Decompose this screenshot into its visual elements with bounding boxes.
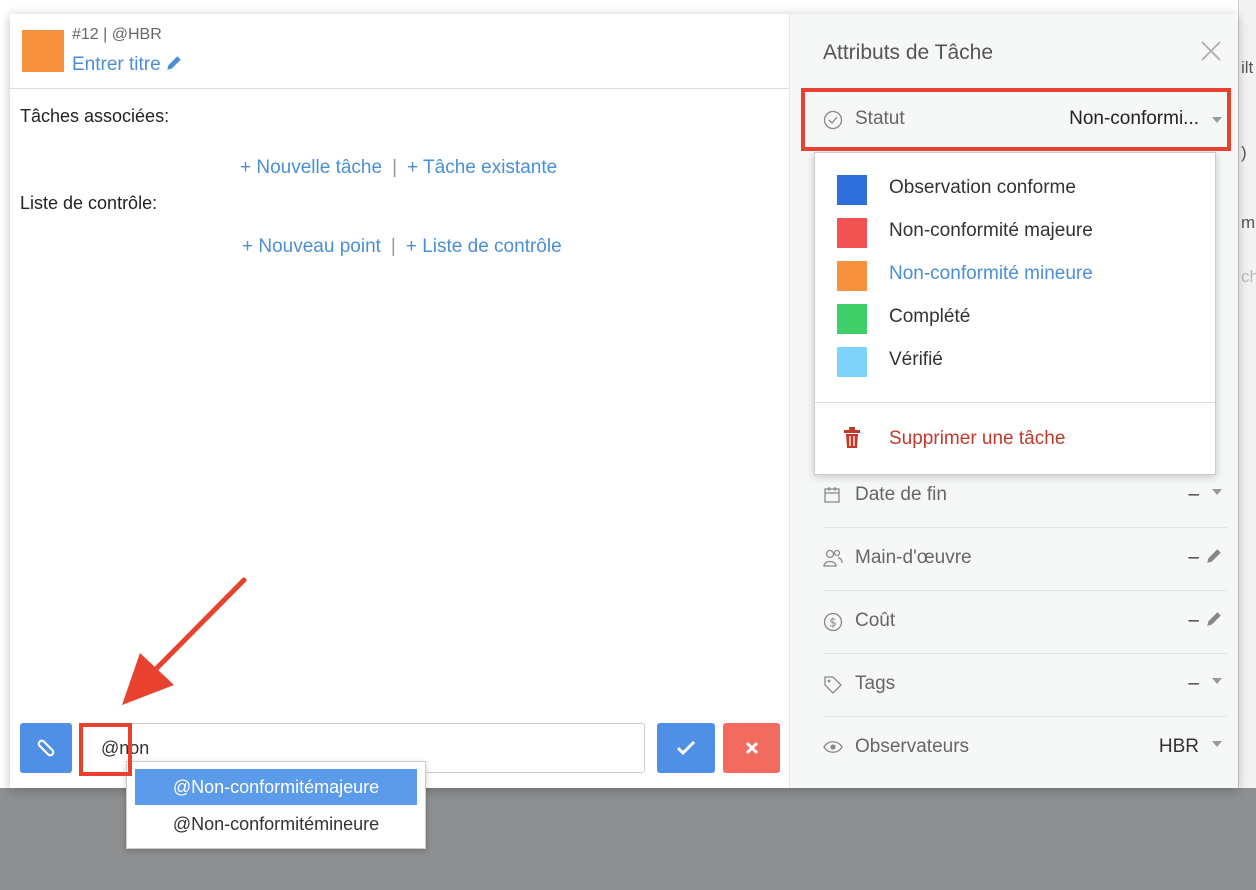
observers-field[interactable]: Observateurs HBR (823, 718, 1227, 780)
task-title-link[interactable]: Entrer titre (72, 54, 183, 76)
dropdown-divider (815, 402, 1215, 403)
input-highlight-box (79, 723, 132, 776)
pencil-icon[interactable] (1205, 547, 1223, 565)
calendar-icon (824, 487, 840, 503)
checklist-links: + Nouveau point | + Liste de contrôle (242, 236, 562, 258)
edge-text: ch (1241, 267, 1256, 286)
caret-down-icon (1212, 678, 1222, 684)
panel-title: Attributs de Tâche (823, 41, 994, 64)
cancel-comment-button[interactable] (723, 723, 780, 773)
cost-label: Coût (855, 610, 896, 631)
observers-label: Observateurs (855, 736, 970, 757)
status-option-label: Vérifié (889, 349, 943, 370)
status-option-non-conformite-majeure[interactable]: Non-conformité majeure (837, 214, 1197, 250)
status-option-verifie[interactable]: Vérifié (837, 343, 1197, 379)
due-date-field[interactable]: Date de fin – (823, 466, 1227, 528)
status-option-observation-conforme[interactable]: Observation conforme (837, 171, 1197, 207)
labor-label: Main-d'œuvre (855, 547, 972, 568)
new-task-link[interactable]: + Nouvelle tâche (240, 157, 382, 178)
cost-value: – (1188, 610, 1199, 631)
checklist-link[interactable]: + Liste de contrôle (406, 236, 562, 257)
status-color-swatch (837, 347, 867, 377)
caret-down-icon (1212, 489, 1222, 495)
labor-field[interactable]: Main-d'œuvre – (823, 529, 1227, 591)
dollar-circle-icon: $ (823, 612, 843, 632)
tags-value: – (1188, 673, 1199, 694)
mention-option[interactable]: @Non-conformitémajeure (135, 769, 417, 805)
task-title-text: Entrer titre (72, 54, 161, 75)
status-option-complete[interactable]: Complété (837, 300, 1197, 336)
associated-tasks-label: Tâches associées: (20, 106, 170, 126)
status-option-label: Complété (889, 306, 971, 327)
tag-icon (824, 676, 842, 694)
attach-button[interactable] (20, 723, 72, 773)
status-option-label: Observation conforme (889, 177, 1076, 198)
edge-text: ) (1241, 143, 1247, 162)
status-color-swatch (837, 218, 867, 248)
existing-task-link[interactable]: + Tâche existante (407, 157, 557, 178)
observers-value: HBR (1158, 736, 1199, 757)
confirm-comment-button[interactable] (657, 723, 715, 773)
status-color-swatch (837, 175, 867, 205)
status-color-swatch (837, 304, 867, 334)
caret-down-icon (1212, 741, 1222, 747)
edge-text: ilt (1241, 58, 1254, 77)
pencil-icon (166, 56, 181, 70)
paperclip-icon (37, 739, 55, 757)
times-icon (745, 741, 758, 755)
status-dropdown-menu: Observation conforme Non-conformité maje… (814, 152, 1216, 475)
status-color-swatch (837, 261, 867, 291)
link-separator: | (390, 236, 396, 257)
checklist-label: Liste de contrôle: (20, 193, 158, 213)
check-icon (676, 740, 696, 756)
task-reference: #12 | @HBR (72, 26, 162, 43)
close-icon[interactable] (1200, 40, 1222, 62)
edge-text: m (1241, 213, 1256, 232)
status-option-label: Non-conformité majeure (889, 220, 1093, 241)
associated-tasks-links: + Nouvelle tâche | + Tâche existante (240, 157, 557, 179)
labor-value: – (1188, 547, 1199, 568)
delete-task-option[interactable]: Supprimer une tâche (837, 425, 1197, 457)
statut-highlight-box (801, 88, 1231, 151)
due-date-label: Date de fin (855, 484, 947, 505)
svg-text:$: $ (829, 616, 837, 630)
task-color-swatch[interactable] (22, 30, 64, 72)
annotation-arrow (122, 577, 247, 705)
people-icon (823, 549, 843, 567)
background-page-edge: ilt ) m ch (1238, 0, 1256, 788)
trash-icon (844, 427, 860, 448)
pencil-icon[interactable] (1205, 610, 1223, 628)
cost-field[interactable]: $ Coût – (823, 592, 1227, 654)
header-divider (10, 88, 789, 89)
eye-icon (823, 741, 843, 753)
delete-task-label: Supprimer une tâche (889, 428, 1066, 449)
tags-field[interactable]: Tags – (823, 655, 1227, 717)
mention-suggestions: @Non-conformitémajeure @Non-conformitémi… (126, 761, 426, 849)
new-point-link[interactable]: + Nouveau point (242, 236, 381, 257)
mention-option[interactable]: @Non-conformitémineure (135, 806, 417, 842)
tags-label: Tags (855, 673, 896, 694)
link-separator: | (392, 157, 398, 178)
status-option-non-conformite-mineure[interactable]: Non-conformité mineure (837, 257, 1197, 293)
due-date-value: – (1188, 484, 1199, 505)
status-option-label: Non-conformité mineure (889, 263, 1093, 284)
